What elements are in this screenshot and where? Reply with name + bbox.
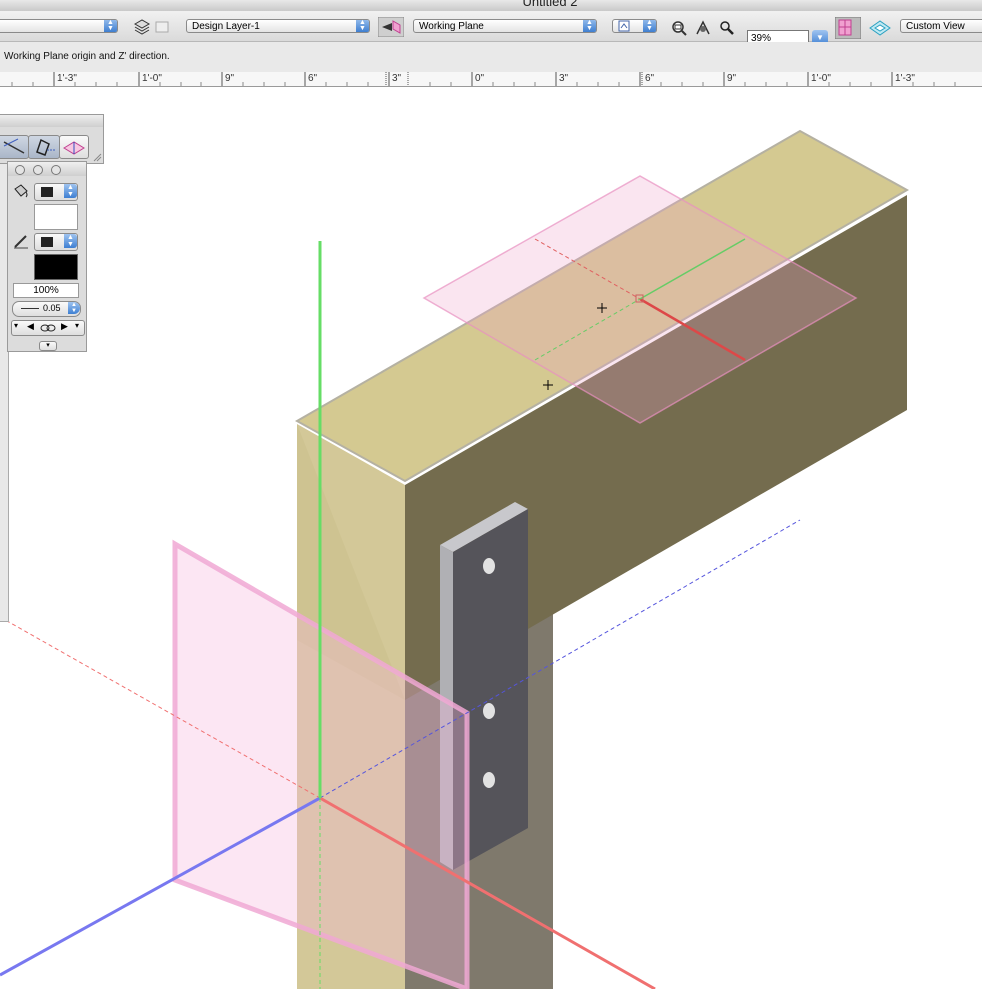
ruler-label: 9" [727, 73, 737, 84]
ruler-label: 3" [559, 73, 569, 84]
palette-title-bar[interactable] [8, 162, 86, 176]
tool-palette [0, 114, 104, 164]
fill-color-well[interactable] [34, 204, 78, 230]
ruler-label: 3" [392, 73, 402, 84]
ruler-label: 9" [225, 73, 235, 84]
ruler-label: 1'-3" [895, 73, 915, 84]
title-bar: Untitled 2 [0, 0, 982, 11]
ruler-label: 1'-0" [142, 73, 162, 84]
ruler-label: 0" [475, 73, 485, 84]
link-icon[interactable] [40, 322, 56, 334]
popup-arrows-icon: ▲ ▼ [643, 19, 656, 32]
palette-title-bar[interactable] [0, 115, 103, 127]
layer-popup-label: Design Layer-1 [192, 21, 260, 32]
bolt-hole [483, 772, 495, 788]
line-weight-value: 0.05 [43, 303, 61, 313]
layer-popup[interactable]: Design Layer-1 ▲ ▼ [186, 19, 370, 33]
view-popup-label: Custom View [906, 21, 965, 32]
popup-arrows-icon: ▲ ▼ [64, 234, 77, 248]
ruler-label: 6" [645, 73, 655, 84]
magnifier-icon[interactable] [718, 19, 736, 37]
view-bar: ▲ ▼ Design Layer-1 ▲ ▼ Working Plane ▲ ▼ ▲ ▼… [0, 11, 982, 46]
sheet-icon [617, 20, 631, 33]
arrowhead-controls[interactable]: ▾ ◀ ▶ ▾ [11, 320, 85, 336]
popup-arrows-icon: ▲ ▼ [104, 19, 117, 32]
tool-button-line[interactable] [0, 135, 29, 159]
ruler-label: 6" [308, 73, 318, 84]
arrow-left-popup-icon[interactable]: ▾ [14, 321, 18, 330]
palette-collapse-button[interactable]: ▾ [39, 341, 57, 351]
tool-button-working-plane[interactable] [59, 135, 89, 159]
arrow-right-icon[interactable]: ▶ [61, 321, 68, 332]
opacity-field[interactable]: 100% [13, 283, 79, 298]
pen-style-popup[interactable]: ▲ ▼ [34, 233, 78, 251]
rotate-plane-icon [36, 138, 55, 156]
fill-swatch [41, 187, 53, 197]
fill-style-popup[interactable]: ▲ ▼ [34, 183, 78, 201]
pan-icon[interactable] [694, 19, 712, 37]
flyover-icon[interactable] [377, 16, 405, 38]
working-plane-popup[interactable]: Working Plane ▲ ▼ [413, 19, 597, 33]
pencil-icon [14, 235, 28, 249]
tool-button-rotate-plane[interactable] [28, 135, 60, 159]
popup-arrows-icon: ▲ ▼ [356, 19, 369, 32]
class-popup[interactable]: ▲ ▼ [0, 19, 118, 33]
attributes-palette: ▲ ▼ ▲ ▼ 100% 0.05 ▲ ▼ ▾ ◀ ▶ ▾ ▾ [7, 161, 87, 352]
ruler-label: 1'-0" [811, 73, 831, 84]
projection-icon[interactable] [868, 18, 892, 38]
layers-icon[interactable] [133, 18, 151, 36]
pen-swatch [41, 237, 53, 247]
bolt-hole [483, 558, 495, 574]
layer-options-icon[interactable] [154, 19, 172, 37]
view-popup[interactable]: Custom View [900, 19, 982, 33]
line-tool-icon [3, 138, 25, 154]
arrow-left-icon[interactable]: ◀ [27, 321, 34, 332]
working-plane-popup-label: Working Plane [419, 21, 484, 32]
pen-color-well[interactable] [34, 254, 78, 280]
drawing-canvas[interactable] [0, 87, 982, 989]
message-text: Working Plane origin and Z' direction. [4, 51, 170, 62]
sheet-popup[interactable]: ▲ ▼ [612, 19, 657, 33]
message-bar: Working Plane origin and Z' direction. [0, 42, 982, 73]
arrow-right-popup-icon[interactable]: ▾ [75, 321, 79, 330]
window-title: Untitled 2 [522, 0, 578, 9]
bolt-hole [483, 703, 495, 719]
ruler-label: 1'-3" [57, 73, 77, 84]
standard-views-icon[interactable] [834, 16, 862, 40]
popup-arrows-icon: ▲ ▼ [68, 302, 80, 314]
working-plane-icon [63, 141, 85, 155]
zoom-in-icon[interactable] [670, 19, 688, 37]
popup-arrows-icon: ▲ ▼ [583, 19, 596, 32]
line-weight-popup[interactable]: 0.05 ▲ ▼ [12, 301, 81, 317]
horizontal-ruler[interactable]: 1'-3" 1'-0" 9" 6" 3" 0" 3" 6" 9" 1'-0" 1… [0, 72, 982, 87]
popup-arrows-icon: ▲ ▼ [64, 184, 77, 198]
resize-grip-icon[interactable] [92, 152, 102, 162]
window-controls-icon[interactable] [14, 162, 74, 176]
line-weight-sample [21, 308, 39, 309]
paint-bucket-icon [14, 184, 28, 198]
